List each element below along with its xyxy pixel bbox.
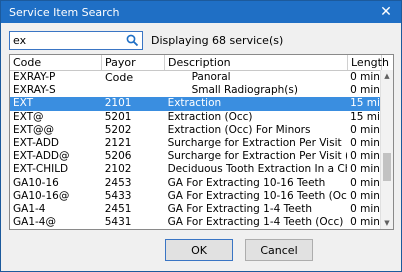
result-count: Displaying 68 service(s) [151,34,284,47]
cell-length: 0 min [350,163,380,176]
column-header-description[interactable]: Description [165,55,348,70]
cell-payor-code: 5206 [104,150,132,163]
column-header-code[interactable]: Code [10,55,102,70]
title-bar[interactable]: Service Item Search ✕ [1,1,401,23]
table-row[interactable]: EXRAY-P Panoral 0 min [10,71,381,84]
cell-description: Extraction [167,97,222,110]
cell-description: GA For Extracting 10-16 Teeth [167,176,326,189]
cell-code: EXRAY-S [13,84,56,97]
cell-payor-code [102,84,165,97]
cell-description: Extraction (Occ) [167,110,253,123]
table-row[interactable]: GA10-16 2453 GA For Extracting 10-16 Teeth… [10,177,381,190]
cell-length: 0 min [350,189,380,202]
window-title: Service Item Search [9,5,120,19]
scroll-down-icon[interactable]: ▼ [381,217,393,229]
ok-button[interactable]: OK [165,239,233,261]
cell-length: 0 min [350,123,380,136]
cell-code: EXT@@ [13,123,55,136]
cell-length: 0 min [350,176,380,189]
close-icon[interactable]: ✕ [371,1,401,23]
table-header: Code Payor Code Description Length [10,55,393,84]
cell-payor-code: 5431 [104,216,132,229]
table-row[interactable]: EXT-CHILD 2102 Deciduous Tooth Extraction … [10,163,381,176]
cell-length: 0 min [350,202,380,215]
table-row[interactable]: GA10-16@ 5433 GA For Extracting 10-16 Teet… [10,190,381,203]
cell-description: GA For Extracting 1-4 Teeth [167,202,312,215]
table-row[interactable]: EXT@ 5201 Extraction (Occ) 15 min [10,111,381,124]
cell-payor-code: 2451 [104,202,132,215]
search-input[interactable] [10,32,123,49]
cell-description: Extraction (Occ) For Minors [167,123,311,136]
cell-code: GA1-4 [13,202,46,215]
cell-code: EXT@ [13,110,44,123]
cell-payor-code: 2453 [104,176,132,189]
table-row[interactable]: GA1-4@ 5431 GA For Extracting 1-4 Teeth (O… [10,216,381,229]
cell-code: EXT [13,97,34,110]
scroll-up-icon[interactable]: ▲ [381,70,393,82]
cell-code: EXT-ADD@ [13,150,70,163]
scroll-thumb[interactable] [383,153,391,181]
cancel-button[interactable]: Cancel [245,239,313,261]
cell-description: Surcharge for Extraction Per Visit (Occ) [167,150,348,163]
table-row[interactable]: EXT-ADD 2121 Surcharge for Extraction Per … [10,137,381,150]
table-row[interactable]: EXT 2101 Extraction 15 min [10,97,381,111]
cell-code: EXT-ADD [13,136,60,149]
cell-length: 0 min [350,216,380,229]
cell-description: Deciduous Tooth Extraction In a Child [167,163,348,176]
cell-description: Surcharge for Extraction Per Visit [167,136,342,149]
cell-code: GA10-16@ [13,189,70,202]
cell-code: EXT-CHILD [13,163,69,176]
cell-code: GA10-16 [13,176,59,189]
cell-code: EXRAY-P [13,71,56,83]
table-row[interactable]: EXT@@ 5202 Extraction (Occ) For Minors 0 mi… [10,124,381,137]
service-list[interactable]: Code Payor Code Description Length EXRAY… [9,54,394,230]
vertical-scrollbar[interactable]: ▲ ▼ [380,70,393,229]
cell-description: Small Radiograph(s) [191,84,298,97]
search-box[interactable] [9,31,143,50]
search-icon[interactable] [126,34,139,47]
cell-length: 0 min [350,136,380,149]
cell-code: GA1-4@ [13,216,56,229]
cell-length: 0 min [350,71,380,83]
service-item-search-dialog: Service Item Search ✕ Displaying 68 serv… [0,0,402,272]
table-body: EXRAY-P Panoral 0 min EXRAY-S Small Radiogra… [10,71,381,229]
cell-payor-code: 5202 [104,123,132,136]
cell-payor-code: 2121 [104,136,132,149]
cell-length: 15 min [350,110,381,123]
table-row[interactable]: EXT-ADD@ 5206 Surcharge for Extraction Per… [10,150,381,163]
cell-length: 15 min [350,97,381,110]
cell-description: GA For Extracting 10-16 Teeth (Occ) [167,189,348,202]
cell-description: Panoral [191,71,231,83]
cell-payor-code [102,71,165,84]
cell-length: 0 min [350,84,380,97]
cell-length: 0 min [350,150,380,163]
column-header-payor-code[interactable]: Payor Code [102,55,165,84]
search-row: Displaying 68 service(s) [9,31,283,50]
cell-payor-code: 2101 [104,97,132,110]
cell-payor-code: 5201 [104,110,132,123]
cell-payor-code: 2102 [104,163,132,176]
table-row[interactable]: GA1-4 2451 GA For Extracting 1-4 Teeth 0 mi… [10,203,381,216]
cell-description: GA For Extracting 1-4 Teeth (Occ) [167,216,344,229]
column-header-length[interactable]: Length [348,55,389,70]
table-row[interactable]: EXRAY-S Small Radiograph(s) 0 min [10,84,381,97]
cell-payor-code: 5433 [104,189,132,202]
